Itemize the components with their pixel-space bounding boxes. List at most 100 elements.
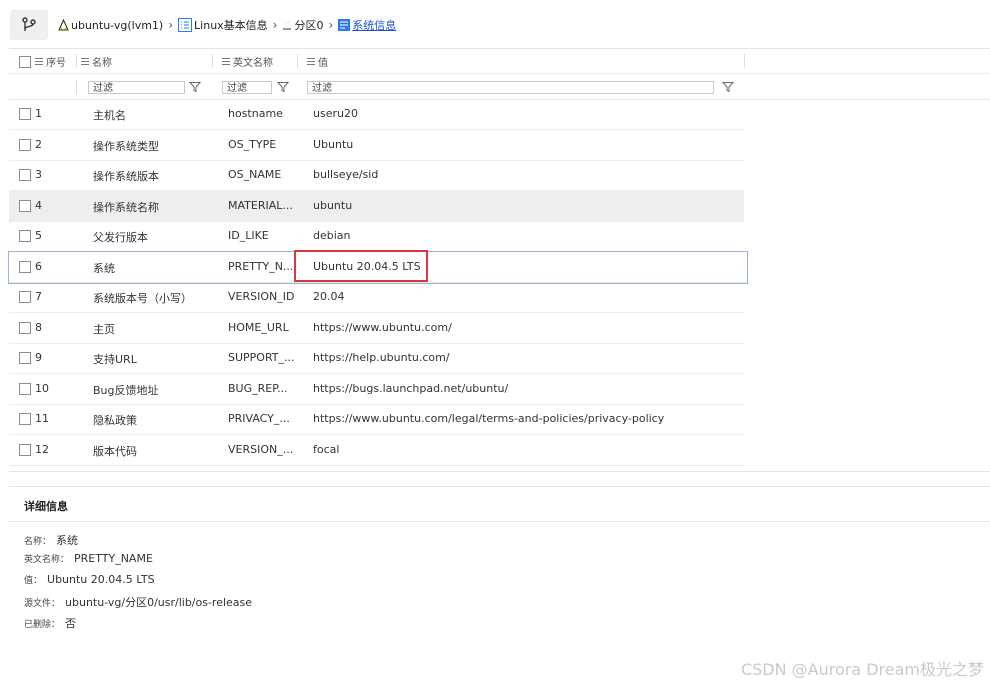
table-row[interactable]: 10 Bug反馈地址 BUG_REP... https://bugs.launchpa… [9, 374, 744, 405]
cell-name: 主机名 [93, 109, 126, 122]
column-divider[interactable] [744, 54, 745, 68]
breadcrumb-item-volume[interactable]: ubuntu-vg(lvm1) [71, 19, 163, 32]
cell-name: 父发行版本 [93, 231, 148, 244]
table-row[interactable]: 7 系统版本号（小写） VERSION_ID 20.04 [9, 282, 744, 313]
toolbar: ubuntu-vg(lvm1) › Linux基本信息 › 分区0 › 系统信息 [0, 8, 990, 42]
row-checkbox[interactable] [19, 382, 31, 395]
cell-english: OS_NAME [228, 168, 282, 181]
breadcrumb-separator: › [328, 18, 334, 32]
cell-value: ubuntu [313, 198, 353, 212]
english-filter-input[interactable]: 过滤 [222, 81, 272, 94]
branch-icon [22, 17, 36, 31]
column-divider[interactable] [297, 54, 298, 68]
cell-english: PRETTY_N... [228, 259, 294, 273]
cell-index: 4 [35, 198, 42, 212]
detail-value-label: 值： [24, 576, 43, 586]
column-divider[interactable] [212, 54, 213, 68]
row-checkbox[interactable] [19, 108, 31, 120]
header-index[interactable]: 序号 [19, 54, 66, 69]
cell-name: 操作系统版本 [93, 170, 159, 183]
detail-deleted-label: 已删除： [24, 620, 61, 630]
detail-name: 名称： 系统 [24, 532, 78, 548]
filter-icon[interactable] [277, 81, 289, 93]
detail-english-value: PRETTY_NAME [74, 552, 153, 565]
row-checkbox[interactable] [19, 138, 31, 151]
table-row[interactable]: 1 主机名 hostname useru20 [9, 99, 744, 130]
table-row[interactable]: 4 操作系统名称 MATERIAL... ubuntu [9, 190, 744, 222]
cell-english: hostname [228, 107, 283, 120]
detail-source: 源文件： ubuntu-vg/分区0/usr/lib/os-release [24, 594, 252, 610]
cell-value: bullseye/sid [313, 168, 379, 181]
filter-icon[interactable] [189, 81, 201, 93]
detail-deleted: 已删除： 否 [24, 615, 76, 631]
row-checkbox[interactable] [19, 169, 31, 181]
breadcrumb-item-partition[interactable]: 分区0 [294, 17, 323, 33]
row-checkbox[interactable] [19, 443, 31, 456]
header-name[interactable]: 名称 [81, 54, 112, 69]
cell-english: PRIVACY_... [228, 412, 290, 425]
grid-header: 序号 名称 英文名称 值 [9, 49, 990, 74]
breadcrumb-item-linux-info[interactable]: Linux基本信息 [194, 17, 268, 33]
header-index-label: 序号 [46, 58, 66, 69]
highlight-box [294, 250, 428, 282]
detail-name-label: 名称： [24, 537, 52, 547]
header-value[interactable]: 值 [307, 54, 328, 69]
table-row[interactable]: 3 操作系统版本 OS_NAME bullseye/sid [9, 160, 744, 191]
header-english[interactable]: 英文名称 [222, 54, 273, 69]
name-filter-input[interactable]: 过滤 [88, 81, 185, 94]
cell-value: debian [313, 229, 351, 242]
cell-index: 6 [35, 259, 42, 273]
cell-index: 1 [35, 107, 42, 120]
cell-value: Ubuntu [313, 137, 354, 151]
select-all-checkbox[interactable] [19, 55, 31, 68]
cell-name: 隐私政策 [93, 414, 137, 427]
column-menu-icon[interactable] [307, 56, 315, 67]
header-english-label: 英文名称 [233, 58, 273, 69]
table-row[interactable]: 8 主页 HOME_URL https://www.ubuntu.com/ [9, 313, 744, 344]
column-menu-icon[interactable] [35, 56, 43, 67]
cell-index: 12 [35, 442, 49, 456]
table-row[interactable]: 12 版本代码 VERSION_... focal [9, 435, 744, 466]
detail-divider [9, 521, 990, 522]
list-icon [178, 18, 193, 32]
column-divider[interactable] [76, 54, 77, 68]
row-checkbox[interactable] [19, 291, 31, 303]
cell-index: 9 [35, 351, 42, 364]
cell-english: BUG_REP... [228, 381, 288, 395]
table-row[interactable]: 9 支持URL SUPPORT_... https://help.ubuntu.com… [9, 343, 744, 374]
table-row[interactable]: 5 父发行版本 ID_LIKE debian [9, 221, 744, 252]
cell-name: 系统版本号（小写） [93, 292, 192, 305]
column-menu-icon[interactable] [222, 56, 230, 67]
filter-icon[interactable] [722, 81, 734, 93]
cell-english: ID_LIKE [228, 229, 269, 242]
row-checkbox[interactable] [19, 199, 31, 212]
row-checkbox[interactable] [19, 260, 31, 273]
table-row[interactable]: 2 操作系统类型 OS_TYPE Ubuntu [9, 130, 744, 161]
detail-english-label: 英文名称： [24, 555, 70, 565]
row-checkbox[interactable] [19, 352, 31, 364]
detail-english: 英文名称： PRETTY_NAME [24, 552, 153, 565]
cell-value: https://help.ubuntu.com/ [313, 351, 450, 364]
data-grid: 序号 名称 英文名称 值 过滤 过滤 过滤 1 主机名 hostname useru2… [8, 48, 990, 472]
cell-value: useru20 [313, 107, 358, 120]
branch-button[interactable] [10, 10, 48, 40]
breadcrumb-separator: › [168, 18, 174, 32]
column-menu-icon[interactable] [81, 56, 89, 67]
value-filter-input[interactable]: 过滤 [307, 81, 714, 94]
cell-english: OS_TYPE [228, 137, 277, 151]
row-checkbox[interactable] [19, 413, 31, 425]
cell-english: VERSION_... [228, 442, 294, 456]
table-row[interactable]: 11 隐私政策 PRIVACY_... https://www.ubuntu.com/… [9, 404, 744, 435]
system-info-icon [338, 19, 351, 31]
cell-name: Bug反馈地址 [93, 383, 159, 397]
detail-source-label: 源文件： [24, 599, 61, 609]
cell-name: 系统 [93, 261, 115, 275]
cell-index: 11 [35, 412, 49, 425]
breadcrumb-item-system-info[interactable]: 系统信息 [352, 17, 396, 33]
row-checkbox[interactable] [19, 321, 31, 334]
row-checkbox[interactable] [19, 230, 31, 242]
cell-value: https://www.ubuntu.com/ [313, 320, 452, 334]
cell-index: 10 [35, 381, 49, 395]
header-value-label: 值 [318, 58, 328, 69]
cell-index: 3 [35, 168, 42, 181]
